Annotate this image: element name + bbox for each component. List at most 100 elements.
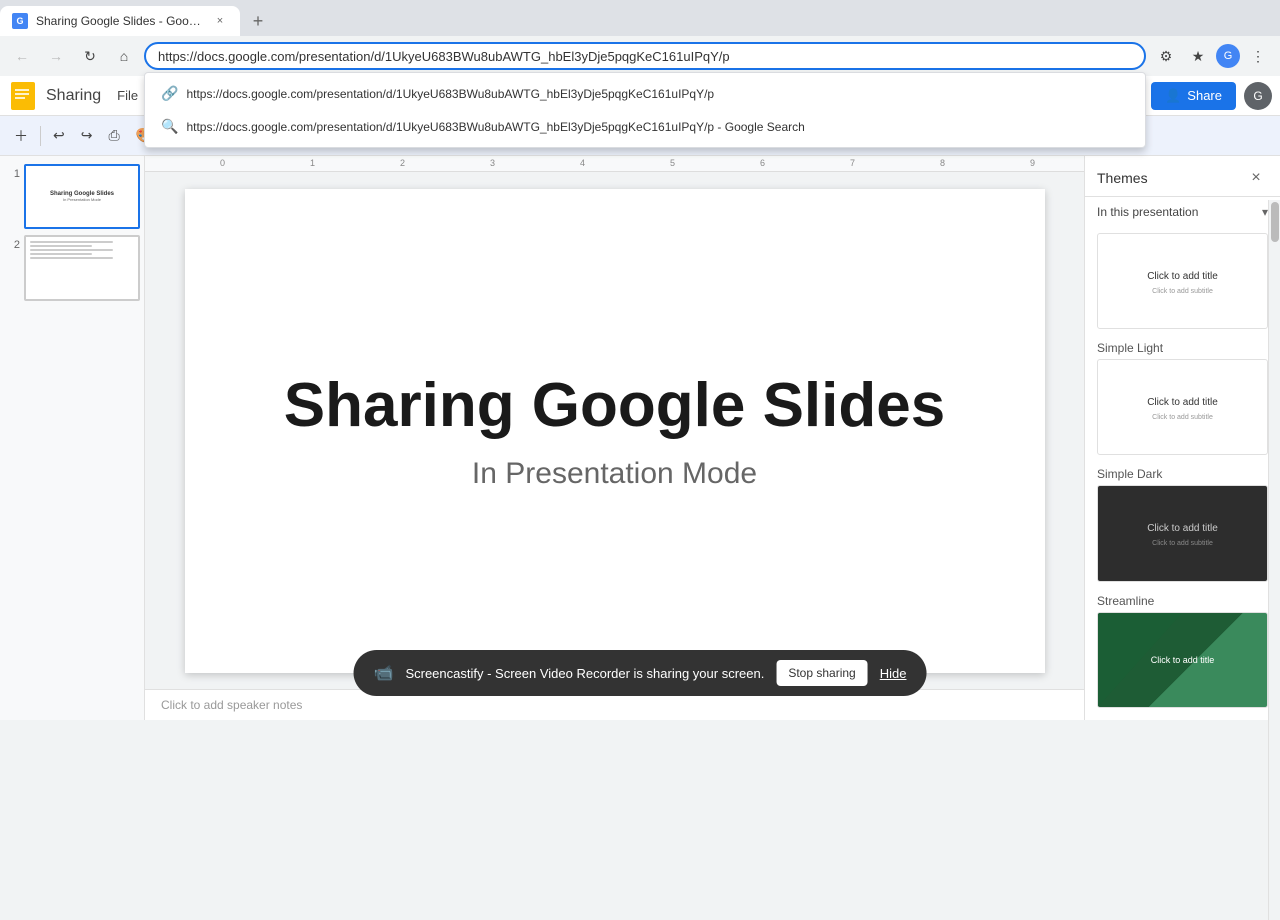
dropdown-item-1[interactable]: 🔗 https://docs.google.com/presentation/d… bbox=[145, 77, 1145, 110]
thumb-line-5 bbox=[30, 257, 113, 259]
ruler-label-1: 1 bbox=[310, 158, 315, 168]
themes-filter-label: In this presentation bbox=[1097, 205, 1258, 219]
reload-button[interactable]: ↻ bbox=[76, 42, 104, 70]
forward-button[interactable]: → bbox=[42, 42, 70, 70]
redo-button[interactable]: ↪ bbox=[75, 122, 99, 150]
link-icon: 🔗 bbox=[161, 85, 178, 102]
ruler-label-0: 0 bbox=[220, 158, 225, 168]
themes-panel: Themes × In this presentation ▾ Click to… bbox=[1084, 156, 1280, 720]
share-label: Share bbox=[1187, 88, 1222, 103]
slide-canvas[interactable]: Sharing Google Slides In Presentation Mo… bbox=[185, 189, 1045, 673]
canvas-content: Sharing Google Slides In Presentation Mo… bbox=[145, 172, 1084, 689]
themes-filter[interactable]: In this presentation ▾ bbox=[1085, 197, 1280, 227]
ruler-label-7: 7 bbox=[850, 158, 855, 168]
theme-preview-current-subtitle: Click to add subtitle bbox=[1152, 288, 1213, 295]
address-container: https://docs.google.com/presentation/d/1… bbox=[144, 42, 1146, 70]
theme-item-current[interactable]: Click to add title Click to add subtitle bbox=[1085, 227, 1280, 335]
slide-2-thumb[interactable] bbox=[24, 235, 140, 300]
address-dropdown: 🔗 https://docs.google.com/presentation/d… bbox=[144, 72, 1146, 148]
address-text: https://docs.google.com/presentation/d/1… bbox=[158, 49, 730, 64]
menu-file[interactable]: File bbox=[109, 84, 146, 107]
tab-bar: G Sharing Google Slides - Goog... × + bbox=[0, 0, 1280, 36]
slide-1-container: 1 Sharing Google Slides In Presentation … bbox=[4, 164, 140, 229]
theme-preview-simple-dark-title: Click to add title bbox=[1143, 519, 1222, 538]
app-logo bbox=[8, 81, 38, 111]
slide-panel: 1 Sharing Google Slides In Presentation … bbox=[0, 156, 145, 720]
theme-item-streamline[interactable]: Streamline Click to add title bbox=[1085, 588, 1280, 714]
slide-main-title[interactable]: Sharing Google Slides bbox=[284, 370, 945, 441]
hide-button[interactable]: Hide bbox=[880, 666, 907, 681]
dropdown-item-2[interactable]: 🔍 https://docs.google.com/presentation/d… bbox=[145, 110, 1145, 143]
thumb-line-4 bbox=[30, 253, 92, 255]
theme-preview-simple-light: Click to add title Click to add subtitle bbox=[1097, 359, 1268, 455]
share-icon: 👤 bbox=[1165, 88, 1181, 104]
ruler-label-4: 4 bbox=[580, 158, 585, 168]
theme-name-simple-dark: Simple Dark bbox=[1097, 467, 1268, 481]
bookmarks-button[interactable]: ★ bbox=[1184, 42, 1212, 70]
theme-preview-simple-light-subtitle: Click to add subtitle bbox=[1152, 414, 1213, 421]
canvas-area: 0 1 2 3 4 5 6 7 8 9 Sharing Google Slide… bbox=[145, 156, 1084, 720]
theme-preview-streamline: Click to add title bbox=[1097, 612, 1268, 708]
theme-preview-simple-light-inner: Click to add title Click to add subtitle bbox=[1098, 360, 1267, 454]
slide-1-thumb-subtitle: In Presentation Mode bbox=[63, 197, 101, 202]
ruler-horizontal: 0 1 2 3 4 5 6 7 8 9 bbox=[145, 156, 1084, 172]
ruler-label-5: 5 bbox=[670, 158, 675, 168]
theme-name-simple-light: Simple Light bbox=[1097, 341, 1268, 355]
theme-preview-current: Click to add title Click to add subtitle bbox=[1097, 233, 1268, 329]
theme-preview-current-inner: Click to add title Click to add subtitle bbox=[1098, 234, 1267, 328]
notification-message: Screencastify - Screen Video Recorder is… bbox=[405, 666, 764, 681]
slide-subtitle[interactable]: In Presentation Mode bbox=[472, 457, 757, 491]
theme-preview-streamline-inner: Click to add title bbox=[1098, 613, 1267, 707]
menu-button[interactable]: ⋮ bbox=[1244, 42, 1272, 70]
extensions-button[interactable]: ⚙ bbox=[1152, 42, 1180, 70]
ruler-label-8: 8 bbox=[940, 158, 945, 168]
tab-title: Sharing Google Slides - Goog... bbox=[36, 14, 204, 28]
theme-item-focus[interactable]: Focus Click to add title xxxxxxxxxx bbox=[1085, 714, 1280, 720]
slide-2-content bbox=[26, 237, 138, 298]
theme-preview-simple-dark-inner: Click to add title Click to add subtitle bbox=[1098, 486, 1267, 580]
undo-button[interactable]: ↩ bbox=[47, 122, 71, 150]
thumb-line-2 bbox=[30, 245, 92, 247]
theme-preview-simple-dark: Click to add title Click to add subtitle bbox=[1097, 485, 1268, 581]
browser-chrome: G Sharing Google Slides - Goog... × + ← … bbox=[0, 0, 1280, 76]
themes-close-button[interactable]: × bbox=[1244, 166, 1268, 190]
main-layout: 1 Sharing Google Slides In Presentation … bbox=[0, 156, 1280, 720]
ruler-label-9: 9 bbox=[1030, 158, 1035, 168]
insert-icon: ＋ bbox=[14, 126, 28, 146]
user-avatar[interactable]: G bbox=[1244, 82, 1272, 110]
slide-1-content: Sharing Google Slides In Presentation Mo… bbox=[26, 166, 138, 227]
theme-item-simple-dark[interactable]: Simple Dark Click to add title Click to … bbox=[1085, 461, 1280, 587]
app-title: Sharing bbox=[46, 87, 101, 105]
thumb-line-1 bbox=[30, 241, 113, 243]
stop-sharing-button[interactable]: Stop sharing bbox=[776, 660, 867, 686]
theme-name-streamline: Streamline bbox=[1097, 594, 1268, 608]
address-bar-row: ← → ↻ ⌂ https://docs.google.com/presenta… bbox=[0, 36, 1280, 76]
theme-preview-simple-light-title: Click to add title bbox=[1143, 393, 1222, 412]
profile-button[interactable]: G bbox=[1216, 44, 1240, 68]
slide-1-number: 1 bbox=[4, 164, 20, 180]
ruler-label-3: 3 bbox=[490, 158, 495, 168]
tab-favicon: G bbox=[12, 13, 28, 29]
address-bar[interactable]: https://docs.google.com/presentation/d/1… bbox=[144, 42, 1146, 70]
theme-preview-streamline-title: Click to add title bbox=[1147, 651, 1219, 669]
browser-actions: ⚙ ★ G ⋮ bbox=[1152, 42, 1272, 70]
theme-item-simple-light[interactable]: Simple Light Click to add title Click to… bbox=[1085, 335, 1280, 461]
themes-title: Themes bbox=[1097, 170, 1148, 186]
slide-2-number: 2 bbox=[4, 235, 20, 251]
new-tab-button[interactable]: + bbox=[244, 7, 272, 35]
separator-1 bbox=[40, 126, 41, 146]
active-tab[interactable]: G Sharing Google Slides - Goog... × bbox=[0, 6, 240, 36]
screencastify-icon: 📹 bbox=[374, 663, 394, 683]
home-button[interactable]: ⌂ bbox=[110, 42, 138, 70]
tab-close-button[interactable]: × bbox=[212, 13, 228, 29]
share-button[interactable]: 👤 Share bbox=[1151, 82, 1236, 110]
search-icon: 🔍 bbox=[161, 118, 178, 135]
theme-preview-current-title: Click to add title bbox=[1143, 267, 1222, 286]
print-button[interactable]: ⎙ bbox=[102, 122, 125, 150]
dropdown-item-2-text: https://docs.google.com/presentation/d/1… bbox=[186, 120, 804, 134]
slide-2-container: 2 bbox=[4, 235, 140, 300]
insert-button[interactable]: ＋ bbox=[8, 122, 34, 150]
back-button[interactable]: ← bbox=[8, 42, 36, 70]
slide-1-thumb[interactable]: Sharing Google Slides In Presentation Mo… bbox=[24, 164, 140, 229]
ruler-label-2: 2 bbox=[400, 158, 405, 168]
